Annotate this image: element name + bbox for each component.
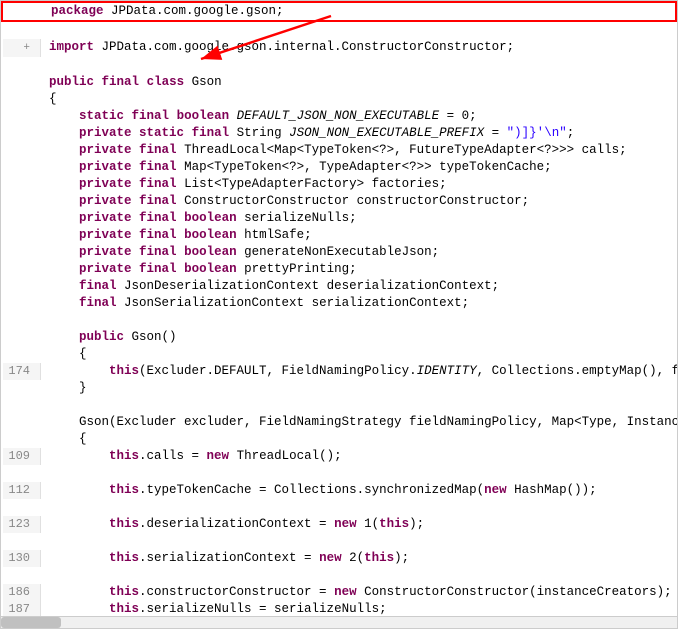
line-content-109: this.calls = new ThreadLocal(); xyxy=(41,448,675,465)
line-content-174: this(Excluder.DEFAULT, FieldNamingPolicy… xyxy=(41,363,678,380)
line-content-gc: public Gson() xyxy=(41,329,675,346)
line-num-109: 109 xyxy=(3,448,41,465)
code-line-field9: private final boolean generateNonExecuta… xyxy=(1,244,677,261)
line-content-class: public final class Gson xyxy=(41,74,675,91)
code-line-field12: final JsonSerializationContext serializa… xyxy=(1,295,677,312)
code-line-package: package JPData.com.google.gson; xyxy=(1,1,677,22)
code-line-empty-2 xyxy=(1,57,677,74)
line-num-112: 112 xyxy=(3,482,41,499)
code-line-field4: private final Map<TypeToken<?>, TypeAdap… xyxy=(1,159,677,176)
code-line-field2: private static final String JSON_NON_EXE… xyxy=(1,125,677,142)
code-line-empty-4 xyxy=(1,397,677,414)
line-content-f7: private final boolean serializeNulls; xyxy=(41,210,675,227)
code-line-empty-1 xyxy=(1,22,677,39)
line-content-e2 xyxy=(41,57,675,74)
code-line-186: 186 this.constructorConstructor = new Co… xyxy=(1,584,677,601)
code-line-field8: private final boolean htmlSafe; xyxy=(1,227,677,244)
code-editor: package JPData.com.google.gson; + import… xyxy=(0,0,678,629)
line-content-f10: private final boolean prettyPrinting; xyxy=(41,261,675,278)
code-line-123: 123 this.deserializationContext = new 1(… xyxy=(1,516,677,533)
line-num-130: 130 xyxy=(3,550,41,567)
code-line-112: 112 this.typeTokenCache = Collections.sy… xyxy=(1,482,677,499)
line-content-e4 xyxy=(41,397,675,414)
line-content-import: import JPData.com.google.gson.internal.C… xyxy=(41,39,675,56)
code-line-empty-7 xyxy=(1,533,677,550)
code-line-empty-6 xyxy=(1,499,677,516)
line-num-186: 186 xyxy=(3,584,41,601)
line-num-174: 174 xyxy=(3,363,41,380)
code-line-brace2: { xyxy=(1,346,677,363)
code-line-brace1: { xyxy=(1,91,677,108)
line-content-brace1: { xyxy=(41,91,675,108)
code-line-empty-5 xyxy=(1,465,677,482)
line-content-e7 xyxy=(41,533,675,550)
line-content-e6 xyxy=(41,499,675,516)
line-content-f4: private final Map<TypeToken<?>, TypeAdap… xyxy=(41,159,675,176)
line-num-import: + xyxy=(3,39,41,57)
line-content-go: Gson(Excluder excluder, FieldNamingStrat… xyxy=(41,414,678,431)
line-content-e3 xyxy=(41,312,675,329)
line-content-123: this.deserializationContext = new 1(this… xyxy=(41,516,675,533)
line-content-brace4: { xyxy=(41,431,675,448)
line-content-f2: private static final String JSON_NON_EXE… xyxy=(41,125,675,142)
code-line-field6: private final ConstructorConstructor con… xyxy=(1,193,677,210)
code-line-class: public final class Gson xyxy=(1,74,677,91)
line-content-brace2: { xyxy=(41,346,675,363)
scrollbar-thumb[interactable] xyxy=(1,617,61,628)
code-line-field11: final JsonDeserializationContext deseria… xyxy=(1,278,677,295)
code-line-gson-overload: Gson(Excluder excluder, FieldNamingStrat… xyxy=(1,414,677,431)
code-line-brace3: } xyxy=(1,380,677,397)
line-content-f5: private final List<TypeAdapterFactory> f… xyxy=(41,176,675,193)
line-content-1: package JPData.com.google.gson; xyxy=(43,3,673,20)
code-line-field3: private final ThreadLocal<Map<TypeToken<… xyxy=(1,142,677,159)
line-content-112: this.typeTokenCache = Collections.synchr… xyxy=(41,482,675,499)
line-content-f11: final JsonDeserializationContext deseria… xyxy=(41,278,675,295)
code-lines: package JPData.com.google.gson; + import… xyxy=(1,1,677,629)
code-line-import: + import JPData.com.google.gson.internal… xyxy=(1,39,677,57)
line-content-f9: private final boolean generateNonExecuta… xyxy=(41,244,675,261)
line-content-f8: private final boolean htmlSafe; xyxy=(41,227,675,244)
code-line-130: 130 this.serializationContext = new 2(th… xyxy=(1,550,677,567)
code-line-174: 174 this(Excluder.DEFAULT, FieldNamingPo… xyxy=(1,363,677,380)
line-content-e5 xyxy=(41,465,675,482)
horizontal-scrollbar[interactable] xyxy=(1,616,677,628)
code-line-field7: private final boolean serializeNulls; xyxy=(1,210,677,227)
line-content-e8 xyxy=(41,567,675,584)
code-line-brace4: { xyxy=(1,431,677,448)
code-line-field10: private final boolean prettyPrinting; xyxy=(1,261,677,278)
code-line-empty-8 xyxy=(1,567,677,584)
line-content-e1 xyxy=(41,22,675,39)
line-content-130: this.serializationContext = new 2(this); xyxy=(41,550,675,567)
code-line-gson-constructor: public Gson() xyxy=(1,329,677,346)
line-content-brace3: } xyxy=(41,380,675,397)
line-num-123: 123 xyxy=(3,516,41,533)
gutter-plus-import[interactable]: + xyxy=(23,42,30,54)
code-line-field1: static final boolean DEFAULT_JSON_NON_EX… xyxy=(1,108,677,125)
line-content-f12: final JsonSerializationContext serializa… xyxy=(41,295,675,312)
code-line-109: 109 this.calls = new ThreadLocal(); xyxy=(1,448,677,465)
line-content-186: this.constructorConstructor = new Constr… xyxy=(41,584,675,601)
line-content-f1: static final boolean DEFAULT_JSON_NON_EX… xyxy=(41,108,675,125)
code-line-field5: private final List<TypeAdapterFactory> f… xyxy=(1,176,677,193)
code-line-empty-3 xyxy=(1,312,677,329)
line-content-f3: private final ThreadLocal<Map<TypeToken<… xyxy=(41,142,675,159)
line-content-f6: private final ConstructorConstructor con… xyxy=(41,193,675,210)
